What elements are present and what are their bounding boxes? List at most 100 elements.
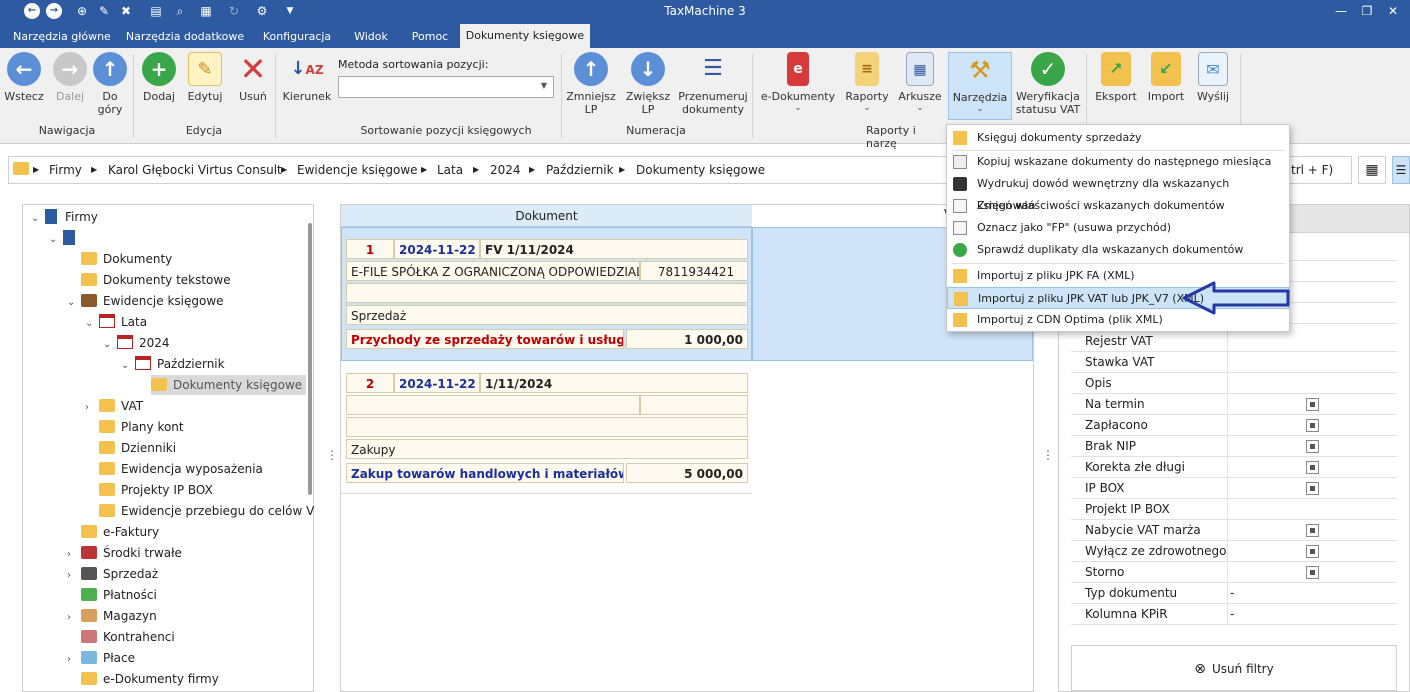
tree-node[interactable]: Ewidencja wyposażenia: [99, 459, 263, 479]
column-header-document[interactable]: Dokument: [341, 205, 752, 227]
splitter-handle[interactable]: ⋮: [326, 448, 338, 462]
tree-node-selected[interactable]: Dokumenty księgowe: [151, 375, 307, 395]
tab-accounting-documents[interactable]: Dokumenty księgowe: [460, 24, 590, 48]
menu-item-print-internal[interactable]: Wydrukuj dowód wewnętrzny dla wskazanych…: [947, 173, 1289, 212]
property-row[interactable]: Wyłącz ze zdrowotnego: [1071, 541, 1397, 562]
edit-button[interactable]: ✎ Edytuj: [184, 52, 226, 103]
decrease-lp-button[interactable]: ↑ Zmniejsz LP: [566, 52, 616, 116]
menu-item-copy-documents[interactable]: Kopiuj wskazane dokumenty do następnego …: [947, 151, 1289, 173]
tree-node[interactable]: e-Faktury: [81, 522, 159, 542]
document-contractor: E-FILE SPÓŁKA Z OGRANICZONĄ ODPOWIEDZIAL…: [346, 261, 640, 281]
tree-node[interactable]: Płatności: [81, 585, 157, 605]
tree-node-firms[interactable]: ⌄ Firmy: [31, 207, 98, 227]
list-view-icon[interactable]: ☰: [1392, 156, 1410, 184]
splitter-handle[interactable]: ⋮: [1042, 448, 1054, 462]
tree-node[interactable]: › VAT: [85, 396, 143, 416]
tree-node[interactable]: ⌄ Październik: [121, 354, 225, 374]
clear-filters-button[interactable]: ⊗ Usuń filtry: [1071, 645, 1397, 691]
tab-help[interactable]: Pomoc: [402, 27, 458, 48]
tree-node[interactable]: ⌄ Lata: [85, 312, 147, 332]
breadcrumb-item[interactable]: 2024: [490, 163, 521, 177]
property-row[interactable]: Kolumna KPiR -: [1071, 604, 1397, 625]
property-row[interactable]: Projekt IP BOX: [1071, 499, 1397, 520]
sheets-button[interactable]: ▦ Arkusze ⌄: [896, 52, 944, 113]
property-row[interactable]: Rejestr VAT: [1071, 331, 1397, 352]
chevron-right-icon: ▶: [619, 165, 626, 174]
checkbox[interactable]: [1306, 419, 1319, 432]
breadcrumb-item[interactable]: Lata: [437, 163, 463, 177]
property-row[interactable]: Nabycie VAT marża: [1071, 520, 1397, 541]
property-row[interactable]: IP BOX: [1071, 478, 1397, 499]
tree-node[interactable]: Plany kont: [99, 417, 184, 437]
property-row[interactable]: Zapłacono: [1071, 415, 1397, 436]
menu-item-post-sales[interactable]: Księguj dokumenty sprzedaży: [947, 127, 1289, 149]
reports-button[interactable]: ≡ Raporty ⌄: [842, 52, 892, 113]
back-button[interactable]: ← Wstecz: [4, 52, 44, 103]
fixed-assets-icon: [81, 546, 97, 559]
checkbox[interactable]: [1306, 545, 1319, 558]
tree-node[interactable]: Projekty IP BOX: [99, 480, 213, 500]
tree-node-company[interactable]: ⌄: [49, 228, 75, 248]
checkbox[interactable]: [1306, 482, 1319, 495]
checkbox[interactable]: [1306, 566, 1319, 579]
tree-node[interactable]: e-Dokumenty firmy: [81, 669, 219, 689]
add-button[interactable]: + Dodaj: [140, 52, 178, 103]
pencil-icon: ✎: [188, 52, 222, 86]
tree-node[interactable]: Ewidencje przebiegu do celów V: [99, 501, 314, 521]
e-documents-button[interactable]: e e-Dokumenty ⌄: [760, 52, 836, 113]
tab-configuration[interactable]: Konfiguracja: [254, 27, 340, 48]
delete-button[interactable]: ✕ Usuń: [234, 52, 272, 103]
up-button[interactable]: ↑ Do góry: [92, 52, 128, 116]
tools-button[interactable]: ⚒ Narzędzia ⌄: [948, 52, 1012, 120]
breadcrumb-item[interactable]: Ewidencje księgowe: [297, 163, 418, 177]
breadcrumb-item[interactable]: Firmy: [49, 163, 82, 177]
close-icon[interactable]: ✕: [1380, 0, 1406, 22]
checkbox[interactable]: [1306, 461, 1319, 474]
tree-node[interactable]: › Płace: [67, 648, 135, 668]
checkbox[interactable]: [1306, 524, 1319, 537]
restore-icon[interactable]: ❐: [1354, 0, 1380, 22]
tree-node[interactable]: ⌄ Ewidencje księgowe: [67, 291, 224, 311]
annotation-arrow-icon: [1182, 281, 1290, 315]
checkbox[interactable]: [1306, 398, 1319, 411]
property-row[interactable]: Brak NIP: [1071, 436, 1397, 457]
grid-view-icon[interactable]: ▦: [1358, 156, 1386, 184]
menu-item-change-properties[interactable]: Zmień właściwości wskazanych dokumentów: [947, 195, 1289, 217]
tree-scrollbar[interactable]: [308, 223, 312, 495]
property-row[interactable]: Typ dokumentu -: [1071, 583, 1397, 604]
vat-verification-button[interactable]: ✓ Weryfikacja statusu VAT: [1014, 52, 1082, 116]
tree-node[interactable]: Dokumenty: [81, 249, 172, 269]
tab-main-tools[interactable]: Narzędzia główne: [6, 27, 118, 48]
property-row[interactable]: Korekta złe długi: [1071, 457, 1397, 478]
import-button[interactable]: ↙ Import: [1144, 52, 1188, 103]
tree-node[interactable]: › Magazyn: [67, 606, 157, 626]
tree-node[interactable]: › Środki trwałe: [67, 543, 182, 563]
export-button[interactable]: ↗ Eksport: [1092, 52, 1140, 103]
tree-node[interactable]: ⌄ 2024: [103, 333, 170, 353]
send-button[interactable]: ✉ Wyślij: [1192, 52, 1234, 103]
tree-node[interactable]: Dokumenty tekstowe: [81, 270, 231, 290]
minimize-icon[interactable]: —: [1328, 0, 1354, 22]
renumber-button[interactable]: ☰ Przenumeruj dokumenty: [678, 52, 748, 116]
property-row[interactable]: Stawka VAT: [1071, 352, 1397, 373]
tab-view[interactable]: Widok: [342, 27, 400, 48]
property-row[interactable]: Opis: [1071, 373, 1397, 394]
property-row[interactable]: Storno: [1071, 562, 1397, 583]
folder-icon: [99, 420, 115, 433]
property-row[interactable]: Na termin: [1071, 394, 1397, 415]
document-nip: 7811934421: [640, 261, 748, 281]
menu-item-mark-fp[interactable]: Oznacz jako "FP" (usuwa przychód): [947, 217, 1289, 239]
next-button[interactable]: → Dalej: [50, 52, 90, 103]
sort-method-select[interactable]: ▼: [338, 76, 554, 98]
breadcrumb-item[interactable]: Dokumenty księgowe: [636, 163, 765, 177]
breadcrumb-item[interactable]: Październik: [546, 163, 614, 177]
increase-lp-button[interactable]: ↓ Zwiększ LP: [624, 52, 672, 116]
checkbox[interactable]: [1306, 440, 1319, 453]
breadcrumb-item[interactable]: Karol Głębocki Virtus Consult: [108, 163, 282, 177]
menu-item-check-duplicates[interactable]: Sprawdź duplikaty dla wskazanych dokumen…: [947, 239, 1289, 261]
tree-node[interactable]: Kontrahenci: [81, 627, 175, 647]
tab-extra-tools[interactable]: Narzędzia dodatkowe: [120, 27, 250, 48]
tree-node[interactable]: › Sprzedaż: [67, 564, 158, 584]
tree-node[interactable]: Dzienniki: [99, 438, 176, 458]
sort-direction-button[interactable]: ↓AZ Kierunek: [282, 52, 332, 103]
